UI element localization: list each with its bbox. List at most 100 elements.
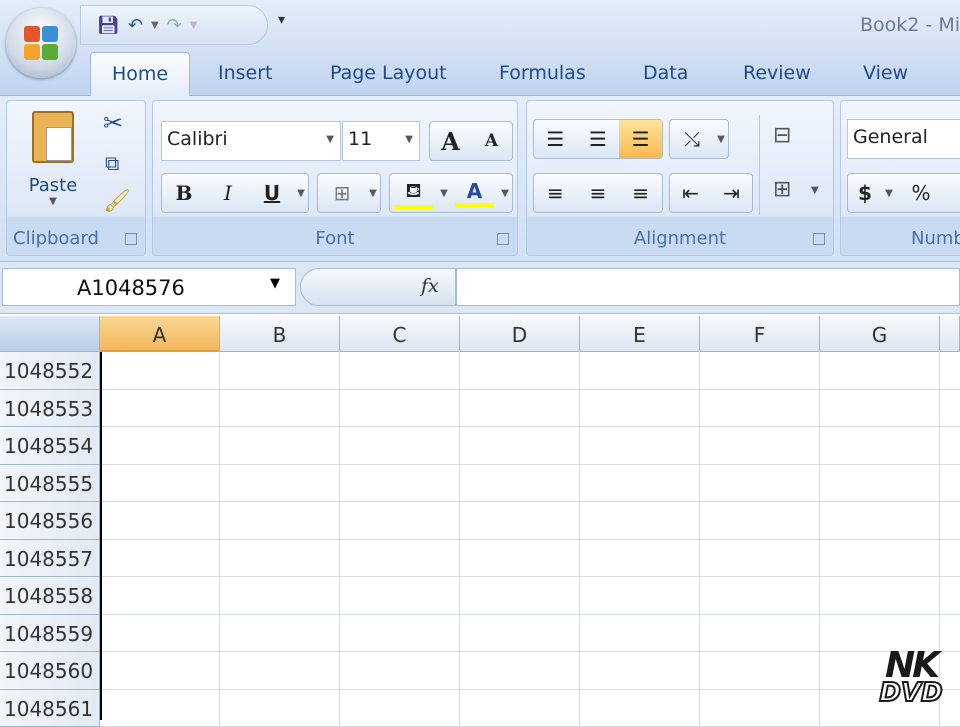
cell[interactable]: [580, 540, 700, 578]
font-name-select[interactable]: Calibri▼: [161, 121, 341, 161]
row-header[interactable]: 1048556: [0, 502, 100, 540]
orientation-button[interactable]: ⤯: [670, 127, 714, 151]
cell[interactable]: [820, 465, 940, 503]
cell[interactable]: [700, 465, 820, 503]
redo-dropdown[interactable]: ▼: [190, 20, 198, 31]
cell[interactable]: [580, 390, 700, 428]
fill-color-dropdown[interactable]: ▼: [437, 188, 451, 199]
cell[interactable]: [220, 577, 340, 615]
cell[interactable]: [460, 615, 580, 653]
cell[interactable]: [340, 690, 460, 727]
borders-dropdown[interactable]: ▼: [366, 188, 380, 199]
cell[interactable]: [700, 352, 820, 390]
wrap-text-icon[interactable]: ⊟: [773, 123, 791, 148]
dialog-launcher-icon[interactable]: [125, 233, 137, 245]
insert-function-button[interactable]: fx: [421, 275, 439, 297]
row-header[interactable]: 1048559: [0, 615, 100, 653]
cell[interactable]: [460, 352, 580, 390]
customize-qat-button[interactable]: ▾: [278, 12, 285, 28]
increase-indent-button[interactable]: ⇥: [711, 181, 752, 205]
cell[interactable]: [100, 615, 220, 653]
cell[interactable]: [700, 390, 820, 428]
cell[interactable]: [580, 690, 700, 727]
cell[interactable]: [700, 540, 820, 578]
grow-font-button[interactable]: A: [430, 127, 471, 156]
copy-icon[interactable]: ⧉: [105, 151, 119, 175]
cell[interactable]: [220, 427, 340, 465]
redo-icon[interactable]: ↷: [167, 15, 182, 36]
center-button[interactable]: ≡: [577, 181, 620, 205]
tab-review[interactable]: Review: [743, 62, 811, 84]
cell[interactable]: [220, 502, 340, 540]
cell[interactable]: [940, 427, 960, 465]
column-header-b[interactable]: B: [220, 316, 340, 352]
column-header-h[interactable]: [940, 316, 960, 352]
cell[interactable]: [100, 502, 220, 540]
orientation-dropdown[interactable]: ▼: [714, 134, 728, 145]
formula-input[interactable]: [456, 268, 960, 306]
select-all-button[interactable]: [0, 316, 100, 352]
cell[interactable]: [340, 615, 460, 653]
cell[interactable]: [700, 652, 820, 690]
italic-button[interactable]: I: [206, 181, 250, 205]
dialog-launcher-icon[interactable]: [497, 233, 509, 245]
cell[interactable]: [460, 540, 580, 578]
row-header[interactable]: 1048553: [0, 390, 100, 428]
cell[interactable]: [580, 652, 700, 690]
cell[interactable]: [580, 427, 700, 465]
cell[interactable]: [460, 390, 580, 428]
cell[interactable]: [100, 540, 220, 578]
cell[interactable]: [340, 577, 460, 615]
cell[interactable]: [340, 652, 460, 690]
paste-button[interactable]: Paste ▼: [17, 109, 89, 207]
percent-button[interactable]: %: [896, 181, 946, 205]
cell[interactable]: [340, 540, 460, 578]
cell[interactable]: [100, 690, 220, 727]
cell[interactable]: [220, 390, 340, 428]
cell[interactable]: [580, 352, 700, 390]
cell[interactable]: [940, 465, 960, 503]
cell[interactable]: [820, 577, 940, 615]
cell[interactable]: [220, 615, 340, 653]
bold-button[interactable]: B: [162, 181, 206, 205]
cell[interactable]: [700, 427, 820, 465]
underline-dropdown[interactable]: ▼: [294, 188, 308, 199]
cell[interactable]: [940, 390, 960, 428]
middle-align-button[interactable]: ☰: [577, 127, 620, 151]
cell[interactable]: [820, 427, 940, 465]
merge-dropdown[interactable]: ▼: [811, 185, 819, 196]
office-button[interactable]: [6, 8, 76, 78]
row-header[interactable]: 1048558: [0, 577, 100, 615]
cell[interactable]: [580, 615, 700, 653]
cell[interactable]: [220, 690, 340, 727]
currency-button[interactable]: $: [848, 181, 882, 205]
decrease-indent-button[interactable]: ⇤: [670, 181, 711, 205]
column-header-g[interactable]: G: [820, 316, 940, 352]
cell[interactable]: [100, 577, 220, 615]
column-header-c[interactable]: C: [340, 316, 460, 352]
cell[interactable]: [460, 652, 580, 690]
cell[interactable]: [220, 652, 340, 690]
shrink-font-button[interactable]: A: [471, 131, 512, 151]
cell[interactable]: [100, 390, 220, 428]
row-header[interactable]: 1048561: [0, 690, 100, 727]
row-header[interactable]: 1048560: [0, 652, 100, 690]
font-color-dropdown[interactable]: ▼: [498, 188, 512, 199]
currency-dropdown[interactable]: ▼: [882, 188, 896, 199]
cell[interactable]: [220, 540, 340, 578]
top-align-button[interactable]: ☰: [534, 127, 577, 151]
cell[interactable]: [100, 652, 220, 690]
undo-dropdown[interactable]: ▼: [151, 20, 159, 31]
cell[interactable]: [820, 502, 940, 540]
chevron-down-icon[interactable]: ▼: [270, 276, 280, 291]
bottom-align-button[interactable]: ☰: [619, 120, 662, 158]
cell[interactable]: [940, 352, 960, 390]
cell[interactable]: [340, 502, 460, 540]
cell[interactable]: [940, 615, 960, 653]
number-format-select[interactable]: General: [847, 119, 960, 159]
column-header-a[interactable]: A: [100, 316, 220, 352]
cell[interactable]: [580, 465, 700, 503]
cell[interactable]: [460, 465, 580, 503]
cell[interactable]: [700, 615, 820, 653]
cell[interactable]: [100, 465, 220, 503]
